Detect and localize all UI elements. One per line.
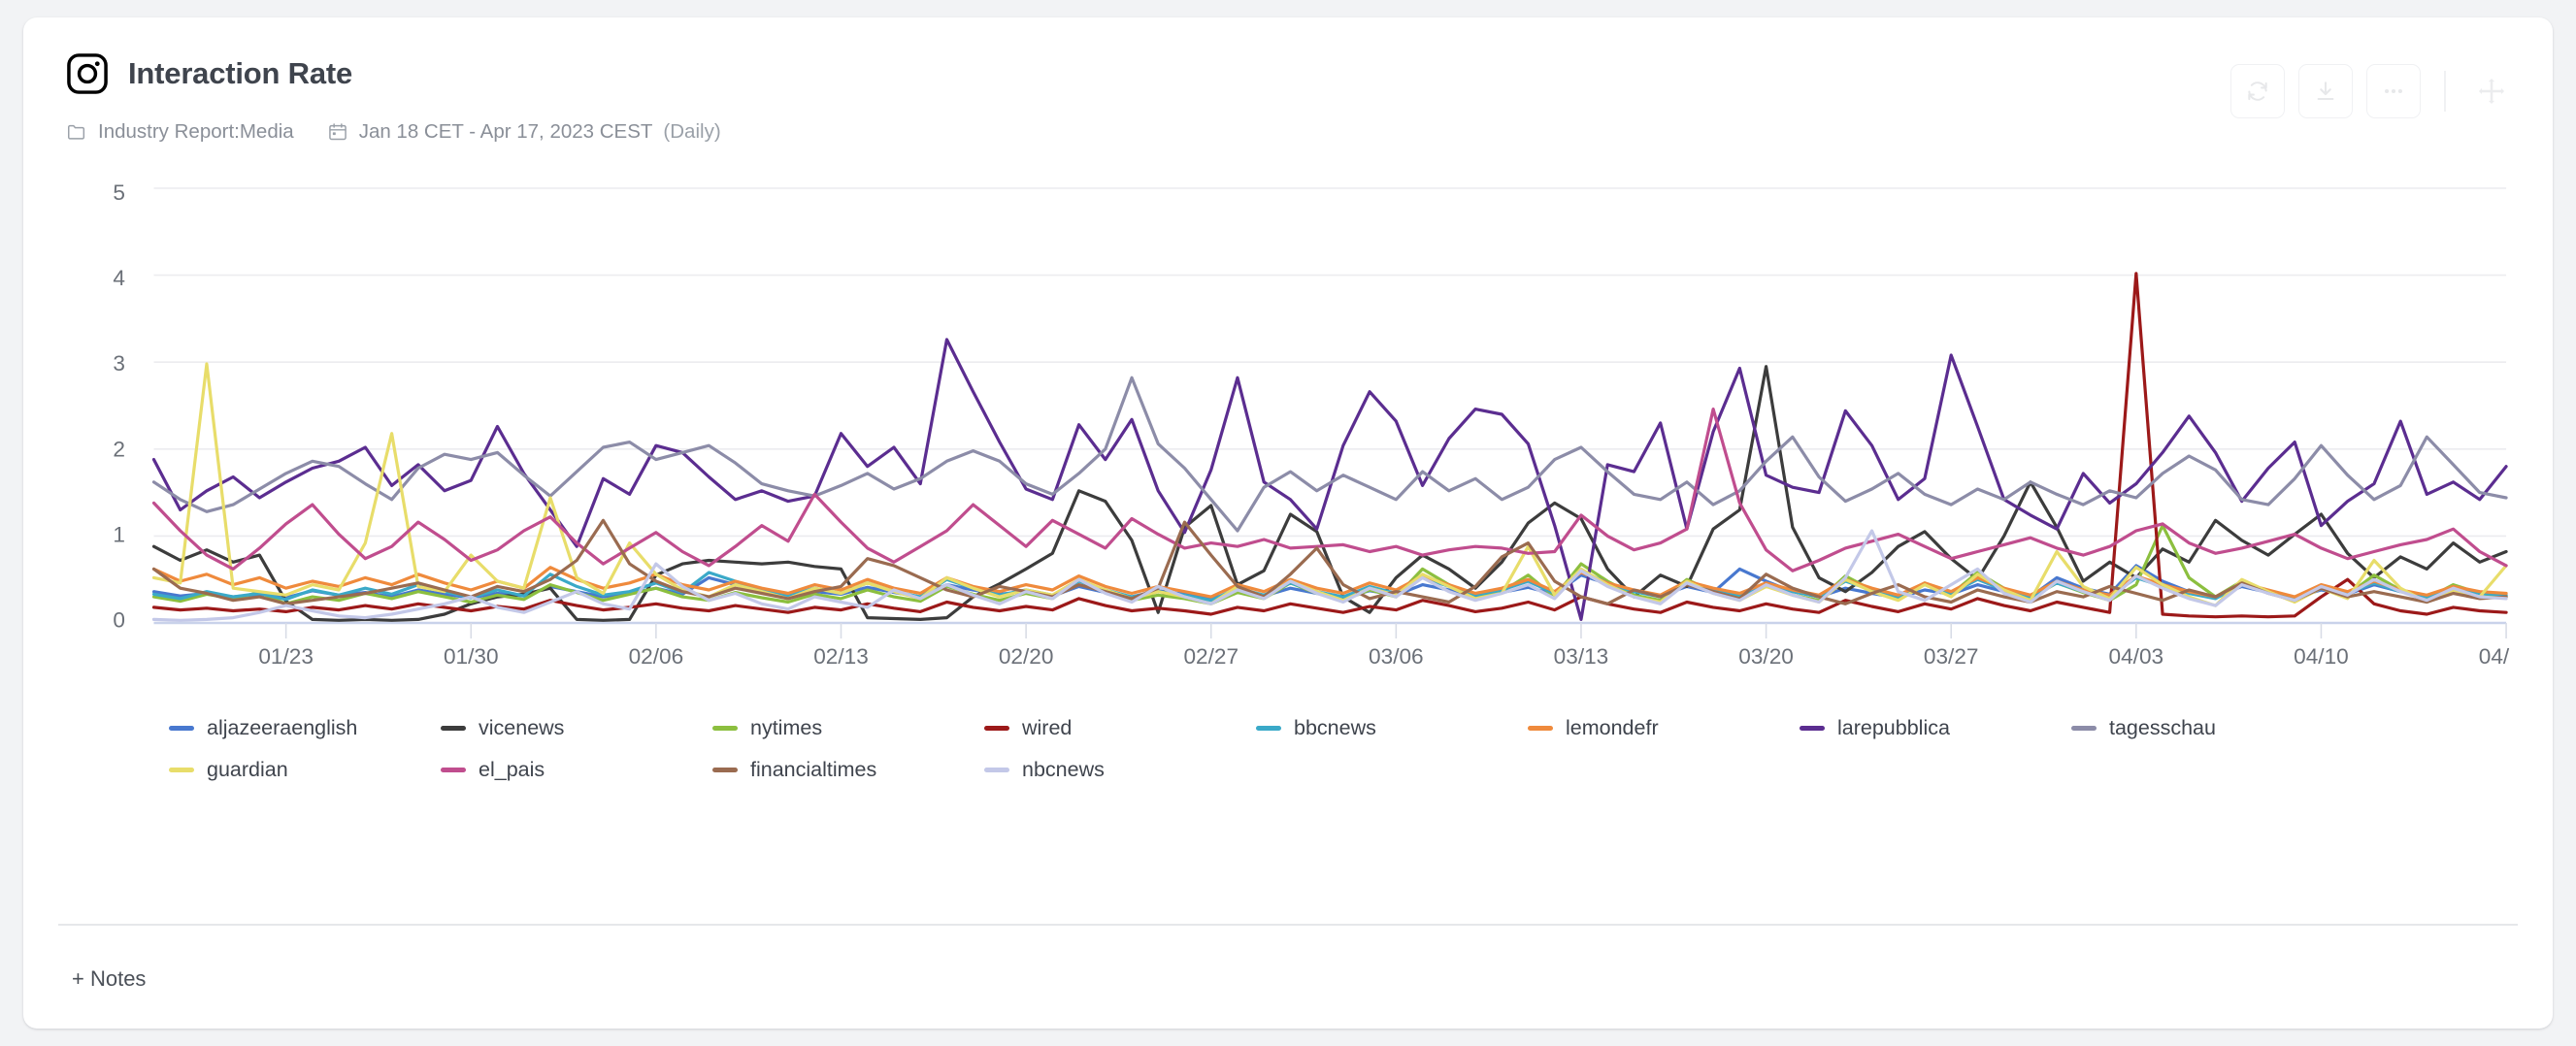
chart-legend: aljazeeraenglish vicenews nytimes wired bbcn… (169, 716, 2343, 800)
line-chart[interactable]: 0 1 2 3 4 5 01/23 01/30 02/06 02/13 02/20 02/27 03/0… (66, 167, 2510, 691)
y-axis-tick-label: 3 (113, 351, 125, 376)
x-axis-tick-label: 01/23 (258, 644, 314, 669)
x-axis-tick-label: 01/30 (444, 644, 499, 669)
y-axis-tick-label: 5 (113, 180, 125, 205)
download-button[interactable] (2298, 64, 2353, 118)
card-meta-row: Industry Report:Media Jan 18 CET - Apr 1… (66, 120, 2514, 144)
legend-swatch-financialtimes (712, 768, 738, 772)
actions-divider (2444, 71, 2446, 112)
legend-item-nbcnews[interactable]: nbcnews (984, 758, 1256, 782)
legend-label: wired (1022, 716, 1072, 740)
legend-item-nytimes[interactable]: nytimes (712, 716, 984, 740)
report-meta[interactable]: Industry Report:Media (66, 120, 294, 144)
legend-swatch-el_pais (441, 768, 466, 772)
legend-item-bbcnews[interactable]: bbcnews (1256, 716, 1528, 740)
card-title-row: Interaction Rate (66, 52, 2514, 95)
legend-swatch-nbcnews (984, 768, 1009, 772)
legend-swatch-guardian (169, 768, 194, 772)
refresh-button[interactable] (2230, 64, 2285, 118)
y-axis-tick-label: 2 (113, 437, 125, 461)
legend-item-tagesschau[interactable]: tagesschau (2071, 716, 2343, 740)
more-options-icon (2381, 79, 2406, 104)
legend-label: tagesschau (2109, 716, 2216, 740)
x-axis-tick-label: 03/20 (1738, 644, 1794, 669)
legend-label: aljazeeraenglish (207, 716, 357, 740)
metric-card: Interaction Rate Industry Report:Media (23, 17, 2553, 1029)
x-axis-tick-label: 04/17 (2479, 644, 2510, 669)
card-actions (2230, 64, 2514, 118)
x-axis-tick-label: 03/27 (1924, 644, 1979, 669)
x-axis-tick-label: 02/20 (999, 644, 1054, 669)
legend-label: el_pais (479, 758, 545, 782)
legend-swatch-larepubblica (1800, 726, 1825, 731)
y-axis-tick-label: 0 (113, 608, 125, 633)
x-axis-tick-label: 02/13 (813, 644, 869, 669)
more-options-button[interactable] (2366, 64, 2421, 118)
x-axis-tick-label: 03/06 (1369, 644, 1424, 669)
legend-label: nbcnews (1022, 758, 1105, 782)
x-axis-tick-label: 04/10 (2294, 644, 2349, 669)
y-axis-tick-label: 1 (113, 522, 125, 546)
legend-swatch-wired (984, 726, 1009, 731)
x-axis-tick-label: 03/13 (1554, 644, 1609, 669)
x-axis-tick-label: 02/27 (1183, 644, 1238, 669)
legend-item-financialtimes[interactable]: financialtimes (712, 758, 984, 782)
legend-label: lemondefr (1566, 716, 1659, 740)
legend-swatch-aljazeeraenglish (169, 726, 194, 731)
footer-divider (58, 924, 2518, 926)
page-title: Interaction Rate (128, 57, 352, 90)
legend-swatch-lemondefr (1528, 726, 1553, 731)
chart-labels-svg: 0 1 2 3 4 5 01/23 01/30 02/06 02/13 02/20 02/27 03/0… (66, 167, 2510, 691)
legend-item-wired[interactable]: wired (984, 716, 1256, 740)
legend-item-vicenews[interactable]: vicenews (441, 716, 712, 740)
move-handle-icon (2475, 75, 2508, 108)
legend-label: guardian (207, 758, 288, 782)
legend-swatch-nytimes (712, 726, 738, 731)
card-header: Interaction Rate Industry Report:Media (23, 17, 2553, 144)
chart-area: 0 1 2 3 4 5 01/23 01/30 02/06 02/13 02/20 02/27 03/0… (66, 167, 2510, 710)
legend-item-aljazeeraenglish[interactable]: aljazeeraenglish (169, 716, 441, 740)
instagram-icon (66, 52, 109, 95)
legend-swatch-vicenews (441, 726, 466, 731)
date-range-meta[interactable]: Jan 18 CET - Apr 17, 2023 CEST (Daily) (327, 120, 721, 144)
legend-label: larepubblica (1837, 716, 1950, 740)
legend-swatch-bbcnews (1256, 726, 1281, 731)
legend-label: financialtimes (750, 758, 876, 782)
granularity-label: (Daily) (663, 120, 720, 144)
calendar-icon (327, 121, 348, 143)
move-handle-button[interactable] (2469, 69, 2514, 114)
x-axis-tick-label: 02/06 (629, 644, 684, 669)
y-axis-tick-label: 4 (113, 266, 125, 290)
legend-item-guardian[interactable]: guardian (169, 758, 441, 782)
date-range-label: Jan 18 CET - Apr 17, 2023 CEST (359, 120, 653, 144)
legend-item-el_pais[interactable]: el_pais (441, 758, 712, 782)
legend-swatch-tagesschau (2071, 726, 2097, 731)
download-icon (2313, 79, 2338, 104)
refresh-icon (2245, 79, 2270, 104)
add-notes-button[interactable]: + Notes (72, 966, 146, 992)
legend-item-larepubblica[interactable]: larepubblica (1800, 716, 2071, 740)
legend-label: nytimes (750, 716, 822, 740)
legend-label: bbcnews (1294, 716, 1376, 740)
legend-label: vicenews (479, 716, 564, 740)
page-root: Interaction Rate Industry Report:Media (0, 0, 2576, 1046)
x-axis-tick-label: 04/03 (2109, 644, 2164, 669)
folder-icon (66, 121, 87, 143)
report-label: Industry Report:Media (98, 120, 294, 144)
legend-item-lemondefr[interactable]: lemondefr (1528, 716, 1800, 740)
